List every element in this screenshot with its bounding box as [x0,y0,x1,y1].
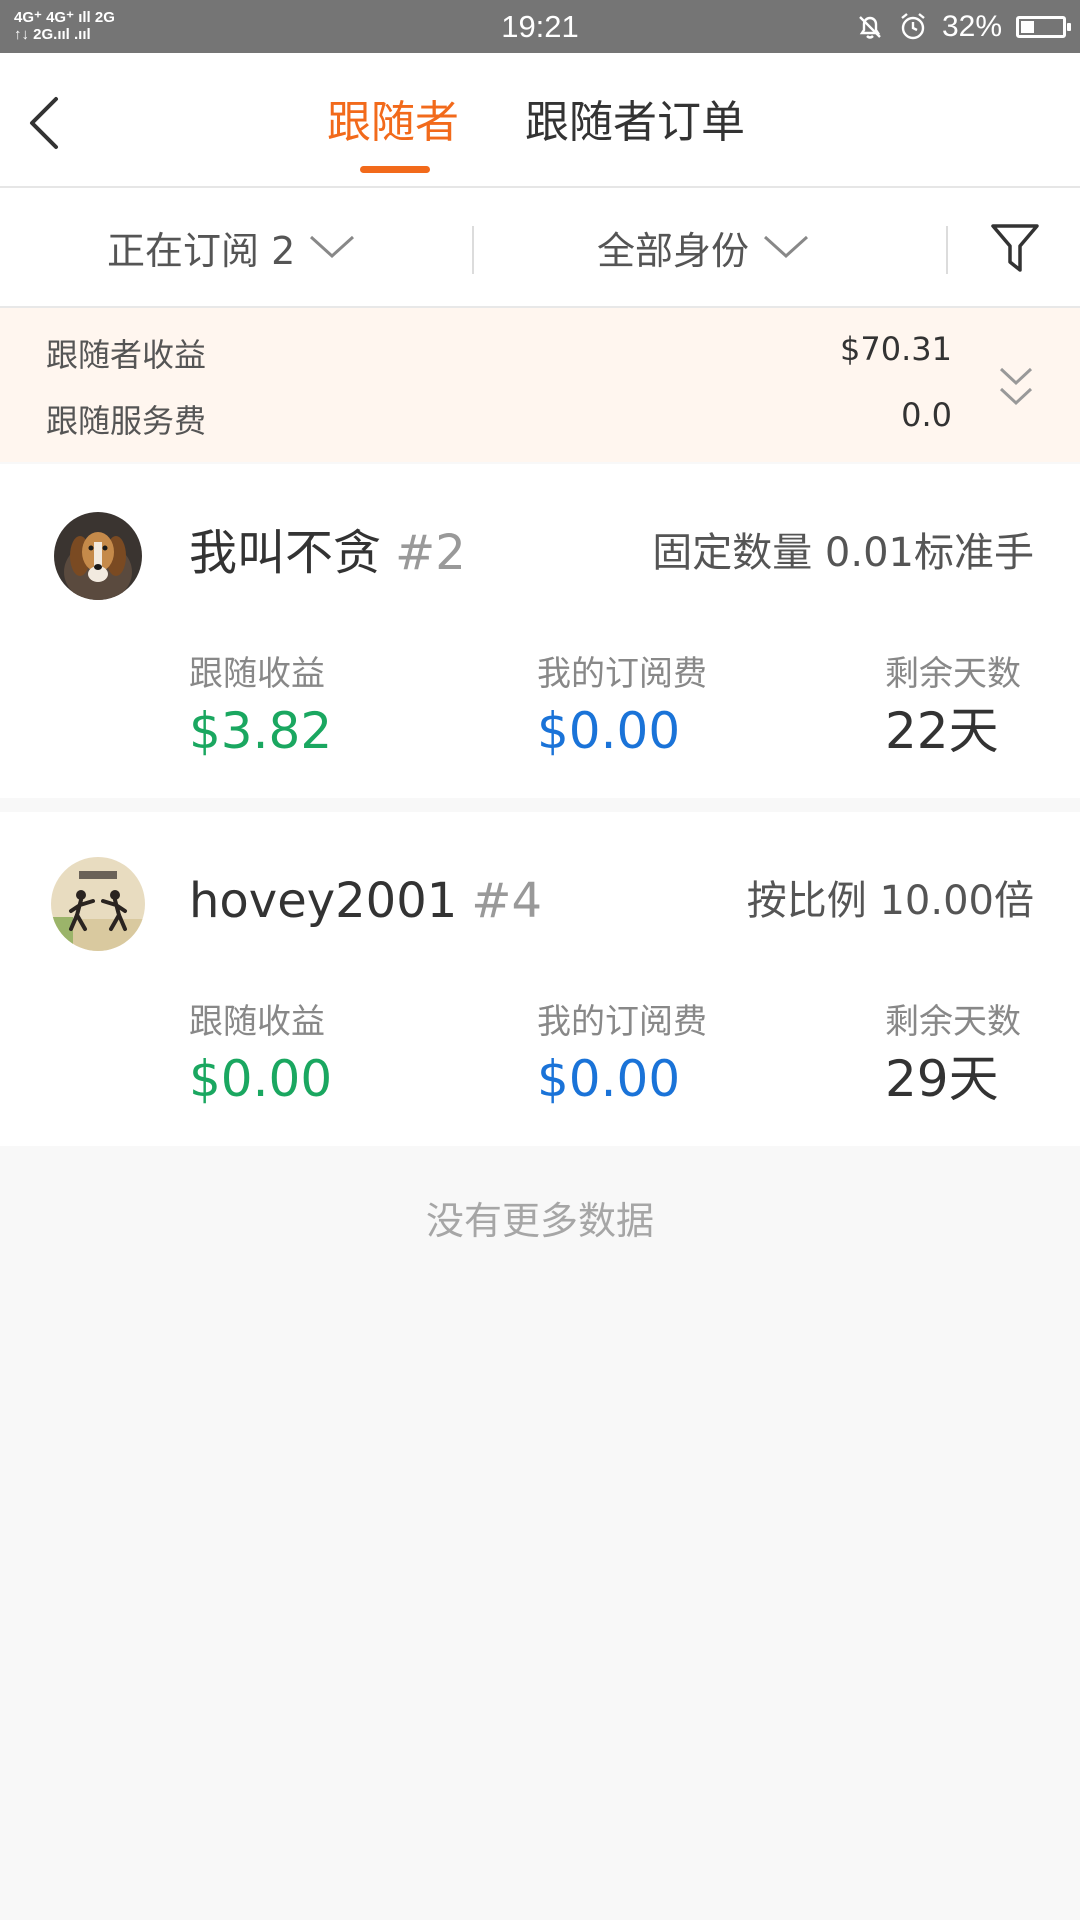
chevron-down-icon [764,235,809,259]
service-fee-value: 0.0 [901,396,952,434]
filter-divider [946,226,948,274]
stat-label: 我的订阅费 [537,654,707,694]
stat-label: 剩余天数 [885,654,1021,694]
follower-name: 我叫不贪 #2 [189,522,466,584]
stat-value: $0.00 [537,1050,681,1108]
stat-label: 剩余天数 [885,1002,1021,1042]
tab-followers[interactable]: 跟随者 [327,93,459,153]
subscription-filter-dropdown[interactable]: 正在订阅 2 [107,188,355,306]
status-bar: 4G⁺ 4G⁺ ıll 2G ↑↓ 2G.ııl .ııl 19:21 32% [0,0,1080,53]
battery-icon [1016,16,1071,38]
follower-earnings-label: 跟随者收益 [46,336,207,374]
double-chevron-down-icon[interactable] [998,365,1034,411]
follower-name: hovey2001 #4 [189,870,542,932]
stat-label: 我的订阅费 [537,1002,707,1042]
battery-percent: 32% [941,10,1002,43]
stat-value: $0.00 [537,702,681,760]
filter-funnel-icon[interactable] [990,222,1040,274]
follow-earnings-stat: 跟随收益 $3.82 [189,654,332,762]
follower-rank: #2 [395,525,466,581]
battery-level [1021,21,1034,33]
stat-value: $3.82 [189,702,333,760]
follow-earnings-stat: 跟随收益 $0.00 [189,1002,332,1110]
alarm-icon [901,13,925,40]
avatar [51,857,145,951]
remaining-days-stat: 剩余天数 29天 [885,1002,1021,1110]
mute-bell-icon [859,16,881,39]
follow-mode: 按比例 10.00倍 [746,878,1034,924]
stat-value: $0.00 [189,1050,333,1108]
follower-name-text: 我叫不贪 [189,525,382,581]
subscription-fee-stat: 我的订阅费 $0.00 [537,1002,707,1110]
filter-bar: 正在订阅 2 全部身份 [0,188,1080,308]
dog-avatar-image [54,512,142,600]
tab-follower-orders[interactable]: 跟随者订单 [525,93,745,153]
no-more-data-text: 没有更多数据 [425,1199,654,1243]
follower-name-text: hovey2001 [189,873,458,929]
stat-value: 29天 [885,1050,999,1108]
service-fee-label: 跟随服务费 [46,402,207,440]
stat-value: 22天 [885,702,999,760]
follower-rank: #4 [471,873,543,929]
header: 跟随者 跟随者订单 [0,53,1080,188]
back-arrow-icon[interactable] [22,93,72,153]
subscription-filter-label: 正在订阅 2 [107,228,296,273]
follower-card[interactable]: 我叫不贪 #2 固定数量 0.01标准手 跟随收益 $3.82 我的订阅费 $0.… [0,464,1080,798]
identity-filter-dropdown[interactable]: 全部身份 [597,188,809,306]
identity-filter-label: 全部身份 [597,228,750,273]
stat-label: 跟随收益 [189,654,325,694]
follower-card[interactable]: hovey2001 #4 按比例 10.00倍 跟随收益 $0.00 我的订阅费 … [0,812,1080,1146]
chevron-down-icon [310,235,355,259]
earnings-summary: 跟随者收益 $70.31 跟随服务费 0.0 [0,308,1080,462]
active-tab-indicator [360,166,430,173]
stat-label: 跟随收益 [189,1002,325,1042]
follow-mode: 固定数量 0.01标准手 [652,530,1034,576]
fencing-avatar-image [51,857,145,951]
remaining-days-stat: 剩余天数 22天 [885,654,1021,762]
filter-divider [472,226,474,274]
subscription-fee-stat: 我的订阅费 $0.00 [537,654,707,762]
avatar [54,512,142,600]
follower-earnings-value: $70.31 [840,330,952,368]
